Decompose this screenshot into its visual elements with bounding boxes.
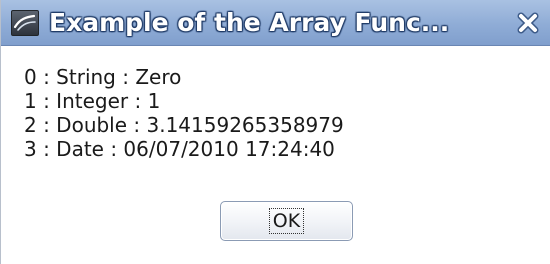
ok-button-label: OK (268, 208, 305, 234)
title-bar[interactable]: Example of the Array Func... (1, 0, 550, 46)
message-text: 0 : String : Zero 1 : Integer : 1 2 : Do… (24, 65, 344, 161)
office-app-icon[interactable] (11, 10, 39, 36)
message-dialog: Example of the Array Func... 0 : String … (0, 0, 550, 264)
message-line: 0 : String : Zero (24, 65, 182, 89)
message-line: 3 : Date : 06/07/2010 17:24:40 (24, 137, 335, 161)
dialog-body: 0 : String : Zero 1 : Integer : 1 2 : Do… (1, 46, 550, 264)
message-line: 2 : Double : 3.14159265358979 (24, 113, 344, 137)
close-icon[interactable] (515, 10, 541, 36)
ok-button[interactable]: OK (220, 201, 353, 241)
window-title: Example of the Array Func... (49, 8, 450, 37)
message-line: 1 : Integer : 1 (24, 89, 161, 113)
